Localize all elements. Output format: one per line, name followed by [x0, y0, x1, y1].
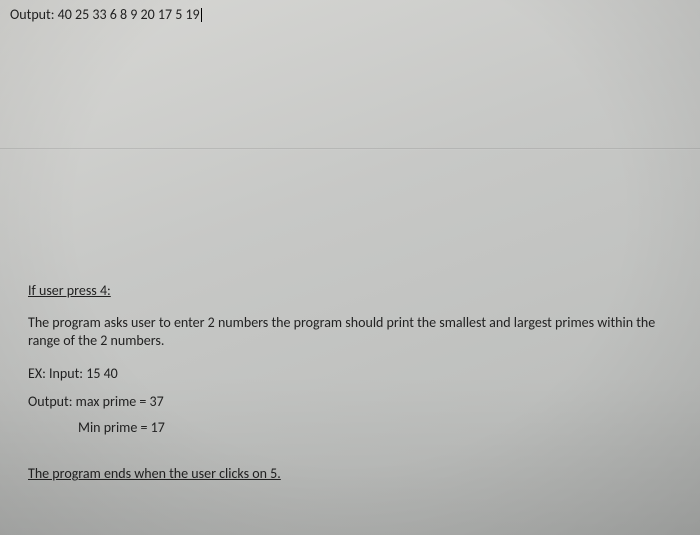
- output-top-line: Output: 40 25 33 6 8 9 20 17 5 19: [10, 6, 202, 23]
- max-prime-value: max prime = 37: [76, 393, 164, 410]
- example-line: EX: Input: 15 40: [28, 365, 670, 383]
- output-line: Output: max prime = 37: [28, 393, 670, 411]
- text-cursor: [201, 8, 202, 22]
- output-value: 40 25 33 6 8 9 20 17 5 19: [58, 6, 200, 23]
- example-input: 15 40: [86, 365, 118, 382]
- document-page: Output: 40 25 33 6 8 9 20 17 5 19 If use…: [0, 0, 700, 535]
- output-result-label: Output:: [28, 393, 72, 410]
- section-heading: If user press 4:: [28, 282, 111, 300]
- min-prime-value: Min prime = 17: [78, 419, 670, 437]
- output-label: Output:: [10, 6, 54, 23]
- section-body: If user press 4: The program asks user t…: [28, 282, 670, 483]
- section-description: The program asks user to enter 2 numbers…: [28, 314, 668, 350]
- end-note: The program ends when the user clicks on…: [28, 465, 281, 483]
- example-label: EX: Input:: [28, 365, 83, 382]
- horizontal-rule: [0, 148, 700, 150]
